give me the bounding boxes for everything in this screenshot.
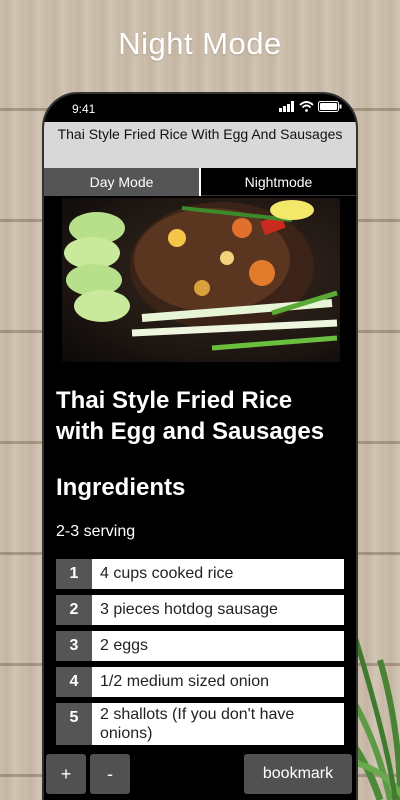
recipe-content: Thai Style Fried Rice with Egg and Sausa… (44, 198, 356, 745)
ingredient-text: 1/2 medium sized onion (92, 667, 344, 697)
status-bar: 9:41 (44, 94, 356, 122)
ingredients-heading: Ingredients (56, 474, 186, 501)
ingredient-text: 2 shallots (If you don't have onions) (92, 703, 344, 745)
list-item: 3 2 eggs (56, 631, 344, 661)
phone-frame: 9:41 Thai Style Fried Rice With Egg And … (42, 92, 358, 800)
ingredient-text: 2 eggs (92, 631, 344, 661)
ingredient-number: 1 (56, 559, 92, 589)
phone-notch (116, 94, 288, 116)
ingredients-list: 1 4 cups cooked rice 2 3 pieces hotdog s… (56, 559, 344, 745)
app-screen: Thai Style Fried Rice With Egg And Sausa… (44, 122, 356, 800)
wifi-icon (299, 101, 314, 112)
recipe-title-bar: Thai Style Fried Rice With Egg And Sausa… (44, 122, 356, 168)
status-time: 9:41 (72, 102, 96, 116)
ingredient-number: 3 (56, 631, 92, 661)
fried-rice-illustration (64, 200, 338, 351)
signal-icon (279, 101, 294, 112)
list-item: 4 1/2 medium sized onion (56, 667, 344, 697)
tab-day-mode[interactable]: Day Mode (44, 168, 201, 196)
page-headline: Night Mode (118, 26, 282, 61)
recipe-heading: Thai Style Fried Rice with Egg and Sausa… (56, 387, 325, 445)
list-item: 5 2 shallots (If you don't have onions) (56, 703, 344, 745)
font-increase-button[interactable]: + (46, 754, 86, 794)
list-item: 1 4 cups cooked rice (56, 559, 344, 589)
bookmark-button[interactable]: bookmark (244, 754, 352, 794)
ingredient-number: 4 (56, 667, 92, 697)
ingredient-text: 4 cups cooked rice (92, 559, 344, 589)
bottom-controls: + - bookmark (44, 754, 356, 794)
ingredient-number: 5 (56, 703, 92, 745)
servings-text: 2-3 serving (56, 523, 136, 540)
ingredient-number: 2 (56, 595, 92, 625)
list-item: 2 3 pieces hotdog sausage (56, 595, 344, 625)
mode-tabs: Day Mode Nightmode (44, 168, 356, 196)
font-decrease-button[interactable]: - (90, 754, 130, 794)
recipe-photo (62, 198, 340, 362)
ingredient-text: 3 pieces hotdog sausage (92, 595, 344, 625)
tab-nightmode[interactable]: Nightmode (201, 168, 356, 196)
battery-icon (318, 101, 342, 112)
